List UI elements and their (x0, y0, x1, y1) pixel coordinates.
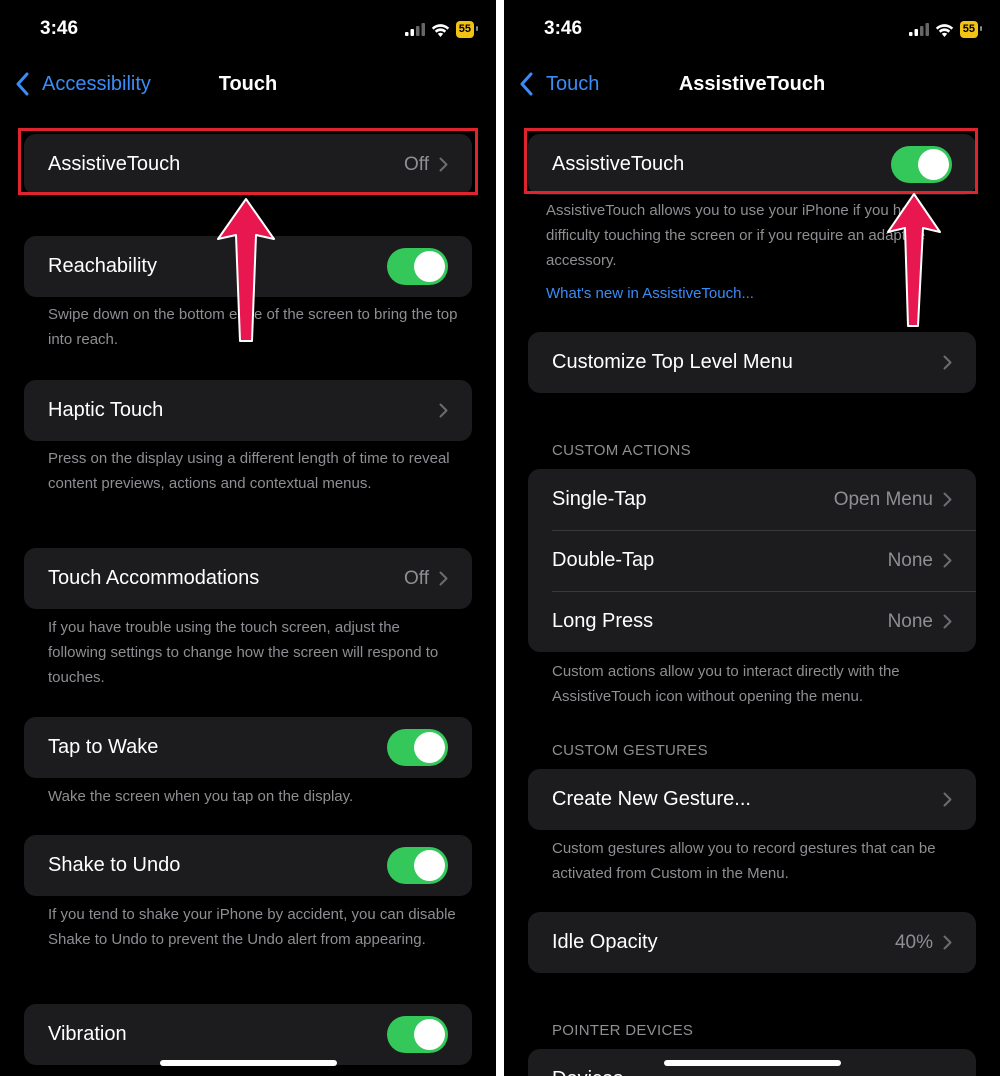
create-gesture-label: Create New Gesture... (552, 788, 751, 810)
touch-accommodations-group: Touch Accommodations Off (24, 548, 472, 609)
touch-accommodations-row[interactable]: Touch Accommodations Off (24, 548, 472, 609)
tap-to-wake-row: Tap to Wake (24, 717, 472, 778)
battery-icon: 55 (959, 21, 983, 38)
double-tap-label: Double-Tap (552, 549, 655, 571)
page-title: AssistiveTouch (678, 73, 826, 95)
wifi-icon (431, 23, 449, 37)
single-tap-value: Open Menu (833, 488, 933, 510)
page-title: Touch (218, 73, 278, 95)
status-icons: 55 (404, 21, 479, 38)
battery-icon: 55 (455, 21, 479, 38)
idle-opacity-value: 40% (894, 931, 933, 953)
touch-settings-screen: 3:46 55 Accessibility Touch AssistiveTou… (0, 0, 496, 1076)
cellular-signal-icon (404, 23, 425, 36)
haptic-touch-label: Haptic Touch (48, 399, 164, 421)
tap-to-wake-toggle[interactable] (387, 729, 448, 766)
touch-accommodations-footer: If you have trouble using the touch scre… (48, 619, 439, 686)
shake-to-undo-label: Shake to Undo (48, 854, 181, 876)
chevron-right-icon (943, 792, 952, 807)
double-tap-value: None (887, 549, 933, 571)
cellular-signal-icon (908, 23, 929, 36)
customize-menu-group: Customize Top Level Menu (528, 332, 976, 393)
pointer-devices-header: POINTER DEVICES (552, 1022, 694, 1039)
arrow-annotation-icon (217, 198, 275, 342)
arrow-annotation-icon (887, 193, 941, 327)
chevron-right-icon (439, 403, 448, 418)
long-press-row[interactable]: Long Press None (528, 591, 976, 652)
shake-to-undo-toggle[interactable] (387, 847, 448, 884)
haptic-touch-footer: Press on the display using a different l… (48, 450, 450, 492)
tap-to-wake-label: Tap to Wake (48, 736, 159, 758)
long-press-label: Long Press (552, 610, 654, 632)
chevron-right-icon (943, 553, 952, 568)
assistivetouch-highlight (524, 128, 978, 194)
idle-opacity-label: Idle Opacity (552, 931, 658, 953)
custom-gestures-group: Create New Gesture... (528, 769, 976, 830)
home-indicator[interactable] (160, 1060, 337, 1066)
haptic-touch-group: Haptic Touch (24, 380, 472, 441)
chevron-right-icon (943, 492, 952, 507)
single-tap-row[interactable]: Single-Tap Open Menu (528, 469, 976, 530)
devices-label: Devices (552, 1068, 952, 1076)
custom-actions-footer: Custom actions allow you to interact dir… (552, 663, 900, 705)
chevron-right-icon (439, 571, 448, 586)
tap-to-wake-group: Tap to Wake (24, 717, 472, 778)
customize-menu-row[interactable]: Customize Top Level Menu (528, 332, 976, 393)
vibration-toggle[interactable] (387, 1016, 448, 1053)
chevron-right-icon (943, 355, 952, 370)
single-tap-label: Single-Tap (552, 488, 647, 510)
custom-actions-group: Single-Tap Open Menu Double-Tap None Lon… (528, 469, 976, 652)
status-time: 3:46 (40, 18, 79, 39)
assistivetouch-settings-screen: 3:46 55 Touch AssistiveTouch AssistiveTo… (504, 0, 1000, 1076)
create-gesture-row[interactable]: Create New Gesture... (528, 769, 976, 830)
idle-opacity-group: Idle Opacity 40% (528, 912, 976, 973)
shake-to-undo-row: Shake to Undo (24, 835, 472, 896)
vibration-label: Vibration (48, 1023, 127, 1045)
reachability-toggle[interactable] (387, 248, 448, 285)
shake-to-undo-group: Shake to Undo (24, 835, 472, 896)
vibration-group: Vibration (24, 1004, 472, 1065)
touch-accommodations-label: Touch Accommodations (48, 567, 260, 589)
status-time: 3:46 (544, 18, 583, 39)
chevron-right-icon (943, 614, 952, 629)
idle-opacity-row[interactable]: Idle Opacity 40% (528, 912, 976, 973)
long-press-value: None (887, 610, 933, 632)
status-icons: 55 (908, 21, 983, 38)
home-indicator[interactable] (664, 1060, 841, 1066)
custom-gestures-footer: Custom gestures allow you to record gest… (552, 840, 936, 882)
wifi-icon (935, 23, 953, 37)
custom-actions-header: CUSTOM ACTIONS (552, 442, 691, 459)
haptic-touch-row[interactable]: Haptic Touch (24, 380, 472, 441)
assistivetouch-highlight (18, 128, 478, 195)
vibration-row: Vibration (24, 1004, 472, 1065)
shake-to-undo-footer: If you tend to shake your iPhone by acci… (48, 906, 456, 948)
tap-to-wake-footer: Wake the screen when you tap on the disp… (48, 788, 354, 805)
chevron-right-icon (943, 935, 952, 950)
touch-accommodations-value: Off (404, 567, 429, 589)
customize-menu-label: Customize Top Level Menu (552, 351, 793, 373)
custom-gestures-header: CUSTOM GESTURES (552, 742, 708, 759)
double-tap-row[interactable]: Double-Tap None (528, 530, 976, 591)
